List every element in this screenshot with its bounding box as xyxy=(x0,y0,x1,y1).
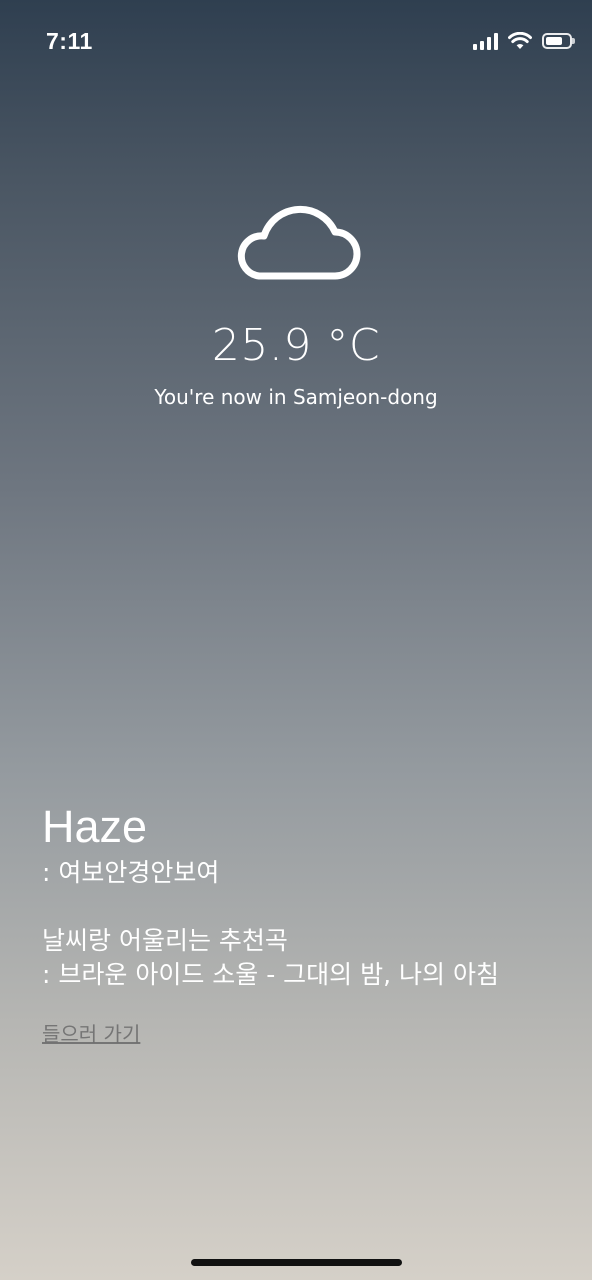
condition-description: : 여보안경안보여 xyxy=(42,858,220,887)
cloud-icon xyxy=(237,205,361,280)
listen-link[interactable]: 들으러 가기 xyxy=(42,1018,140,1047)
signal-icon xyxy=(473,32,498,50)
weather-summary: 25.9 °C You're now in Samjeon-dong xyxy=(0,190,592,409)
status-icons xyxy=(473,32,575,50)
wifi-icon xyxy=(508,32,532,49)
temperature: 25.9 °C xyxy=(211,320,381,371)
weather-condition: Haze xyxy=(42,801,148,852)
info-block: Haze : 여보안경안보여 날씨랑 어울리는 추천곡 : 브라운 아이드 소울… xyxy=(42,800,562,1047)
status-time: 7:11 xyxy=(46,28,93,54)
status-bar: 7:11 xyxy=(0,0,592,88)
recommended-song-heading: 날씨랑 어울리는 추천곡 xyxy=(42,926,288,955)
recommended-song: : 브라운 아이드 소울 - 그대의 밤, 나의 아침 xyxy=(42,960,499,989)
home-indicator[interactable] xyxy=(191,1259,402,1266)
location-text: You're now in Samjeon-dong xyxy=(154,385,438,409)
battery-icon xyxy=(542,33,575,49)
